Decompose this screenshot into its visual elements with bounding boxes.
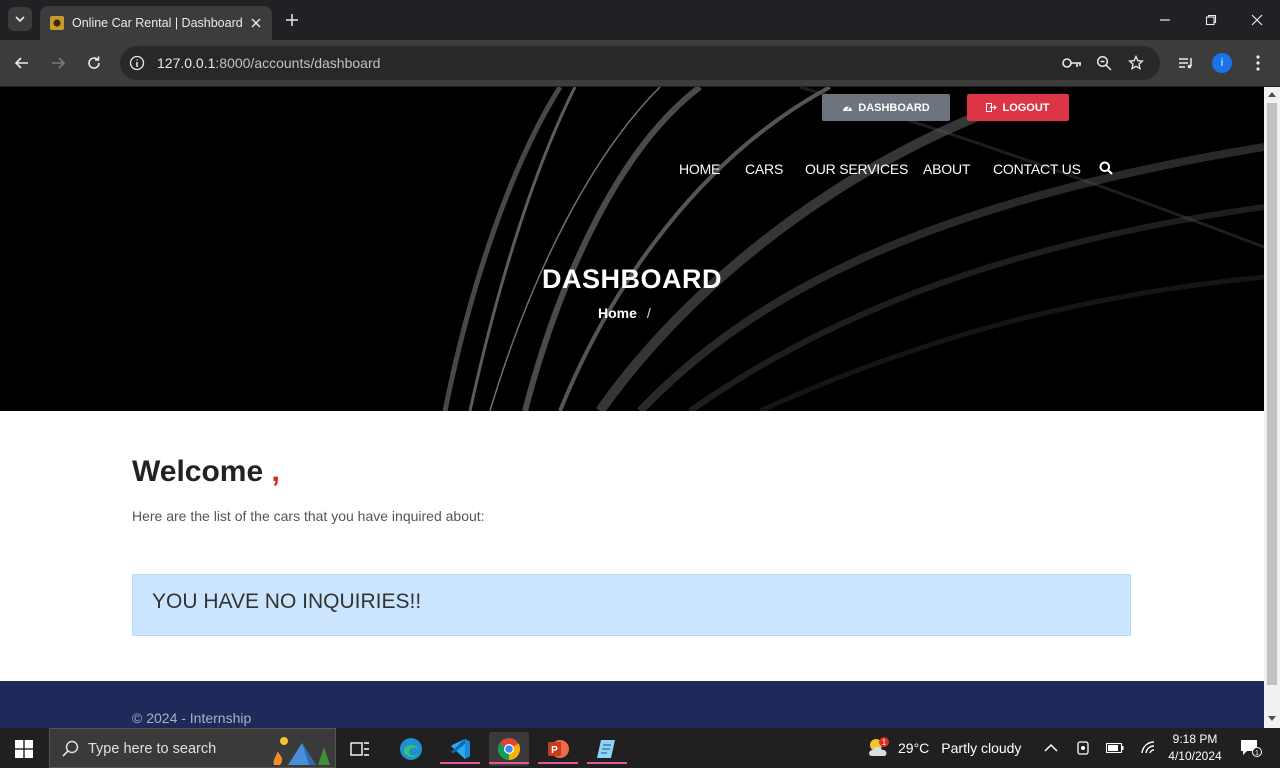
url-path: :8000/accounts/dashboard — [215, 55, 381, 71]
tab-title: Online Car Rental | Dashboard — [72, 16, 243, 30]
browser-tabbar: Online Car Rental | Dashboard — [0, 0, 1280, 40]
new-tab-button[interactable] — [282, 10, 302, 30]
partly-cloudy-icon: 1 — [869, 737, 889, 756]
page-scrollbar[interactable] — [1264, 87, 1280, 728]
browser-toolbar: 127.0.0.1:8000/accounts/dashboard i — [0, 40, 1280, 86]
notepad-running-indicator — [587, 762, 627, 764]
notifications-icon[interactable]: 1 — [1238, 739, 1264, 757]
forward-button[interactable] — [46, 51, 70, 75]
plus-icon — [286, 14, 298, 26]
scrollbar-thumb[interactable] — [1267, 103, 1277, 685]
nav-link-home[interactable]: HOME — [679, 161, 720, 177]
key-icon[interactable] — [1062, 53, 1082, 73]
weather-condition: Partly cloudy — [941, 740, 1022, 756]
bookmark-star-icon[interactable] — [1126, 53, 1146, 73]
welcome-heading: Welcome , — [132, 455, 280, 489]
welcome-username: , — [271, 455, 280, 488]
taskbar-notepad[interactable] — [587, 732, 627, 766]
svg-text:1: 1 — [882, 738, 887, 747]
wifi-icon[interactable] — [1139, 739, 1157, 757]
clock-time: 9:18 PM — [1172, 732, 1218, 746]
windows-taskbar: Type here to search P 1 29°C Partly clou… — [0, 728, 1280, 768]
address-bar[interactable]: 127.0.0.1:8000/accounts/dashboard — [120, 46, 1160, 80]
breadcrumb: Home / — [598, 305, 651, 321]
browser-tab-active[interactable]: Online Car Rental | Dashboard — [40, 6, 272, 40]
nav-link-cars[interactable]: CARS — [745, 161, 783, 177]
speedometer-icon — [843, 106, 853, 111]
back-button[interactable] — [10, 51, 34, 75]
no-inquiries-alert: YOU HAVE NO INQUIRIES!! — [132, 574, 1131, 636]
edge-icon — [400, 738, 422, 760]
taskbar-search-placeholder: Type here to search — [88, 741, 217, 757]
taskbar-search-box[interactable]: Type here to search — [49, 728, 336, 768]
profile-avatar[interactable]: i — [1212, 53, 1232, 73]
browser-menu-button[interactable] — [1246, 51, 1270, 75]
weather-temperature: 29°C — [898, 740, 930, 756]
chevron-down-icon — [15, 16, 25, 23]
url-text: 127.0.0.1:8000/accounts/dashboard — [157, 55, 380, 71]
url-host: 127.0.0.1 — [157, 55, 216, 71]
dashboard-button[interactable]: DASHBOARD — [822, 94, 950, 121]
page-title: DASHBOARD — [542, 264, 722, 294]
dashboard-button-label: DASHBOARD — [858, 101, 930, 114]
powerpoint-running-indicator — [538, 762, 578, 764]
svg-text:P: P — [551, 745, 558, 756]
nav-search-icon[interactable] — [1099, 161, 1115, 177]
logout-button-label: LOGOUT — [1002, 101, 1050, 114]
vscode-running-indicator — [440, 762, 480, 764]
vscode-icon — [451, 739, 470, 759]
page-footer: © 2024 - Internship — [0, 681, 1264, 728]
more-vertical-icon — [1256, 55, 1260, 71]
nav-link-our-services[interactable]: OUR SERVICES — [805, 161, 908, 177]
inquiries-description: Here are the list of the cars that you h… — [132, 508, 485, 524]
arrow-left-icon — [14, 57, 28, 69]
reload-icon — [88, 56, 100, 69]
battery-icon[interactable] — [1106, 739, 1124, 757]
notepad-icon — [597, 740, 615, 758]
restore-window-button[interactable] — [1199, 8, 1223, 32]
welcome-text: Welcome — [132, 455, 272, 488]
breadcrumb-separator: / — [646, 305, 651, 321]
svg-text:1: 1 — [1255, 750, 1259, 757]
clock-date: 4/10/2024 — [1168, 749, 1222, 763]
taskbar-edge[interactable] — [391, 732, 431, 766]
site-info-icon[interactable] — [128, 54, 146, 72]
page-viewport: DASHBOARD LOGOUT HOME CARS OUR SERVICES … — [0, 87, 1264, 728]
scroll-up-arrow-icon[interactable] — [1268, 92, 1276, 97]
close-tab-icon[interactable] — [246, 13, 266, 33]
site-favicon-icon — [50, 16, 64, 30]
chrome-running-indicator — [489, 762, 529, 764]
taskbar-powerpoint[interactable]: P — [538, 732, 578, 766]
alert-message: YOU HAVE NO INQUIRIES!! — [152, 590, 422, 613]
windows-start-icon[interactable] — [15, 740, 33, 758]
weather-widget[interactable]: 1 29°C Partly cloudy — [866, 728, 1021, 768]
reload-button[interactable] — [82, 51, 106, 75]
show-hidden-icons-chevron-up-icon[interactable] — [1042, 739, 1060, 757]
taskbar-clock[interactable]: 9:18 PM 4/10/2024 — [1160, 731, 1230, 765]
sign-out-icon — [986, 103, 998, 112]
nav-link-about[interactable]: ABOUT — [923, 161, 970, 177]
copyright-text: © 2024 - Internship — [132, 710, 252, 726]
tab-search-button[interactable] — [8, 7, 32, 31]
breadcrumb-home-link[interactable]: Home — [598, 305, 637, 321]
hero-background-image — [442, 87, 1264, 411]
search-icon — [62, 740, 79, 757]
hero-banner: DASHBOARD LOGOUT HOME CARS OUR SERVICES … — [0, 87, 1264, 411]
powerpoint-icon: P — [548, 740, 569, 758]
chrome-icon — [498, 738, 520, 760]
search-highlight-illustration-icon — [273, 737, 330, 765]
scroll-down-arrow-icon[interactable] — [1268, 716, 1276, 721]
task-view-icon — [350, 742, 369, 756]
meet-now-camera-icon[interactable] — [1074, 739, 1092, 757]
reading-list-icon[interactable] — [1174, 51, 1198, 75]
nav-link-contact-us[interactable]: CONTACT US — [993, 161, 1081, 177]
arrow-right-icon — [52, 57, 66, 69]
taskbar-vscode[interactable] — [440, 732, 480, 766]
minimize-window-button[interactable] — [1153, 8, 1177, 32]
zoom-icon[interactable] — [1094, 53, 1114, 73]
taskbar-chrome[interactable] — [489, 732, 529, 766]
close-window-button[interactable] — [1245, 8, 1269, 32]
task-view-button[interactable] — [340, 732, 380, 766]
logout-button[interactable]: LOGOUT — [967, 94, 1069, 121]
